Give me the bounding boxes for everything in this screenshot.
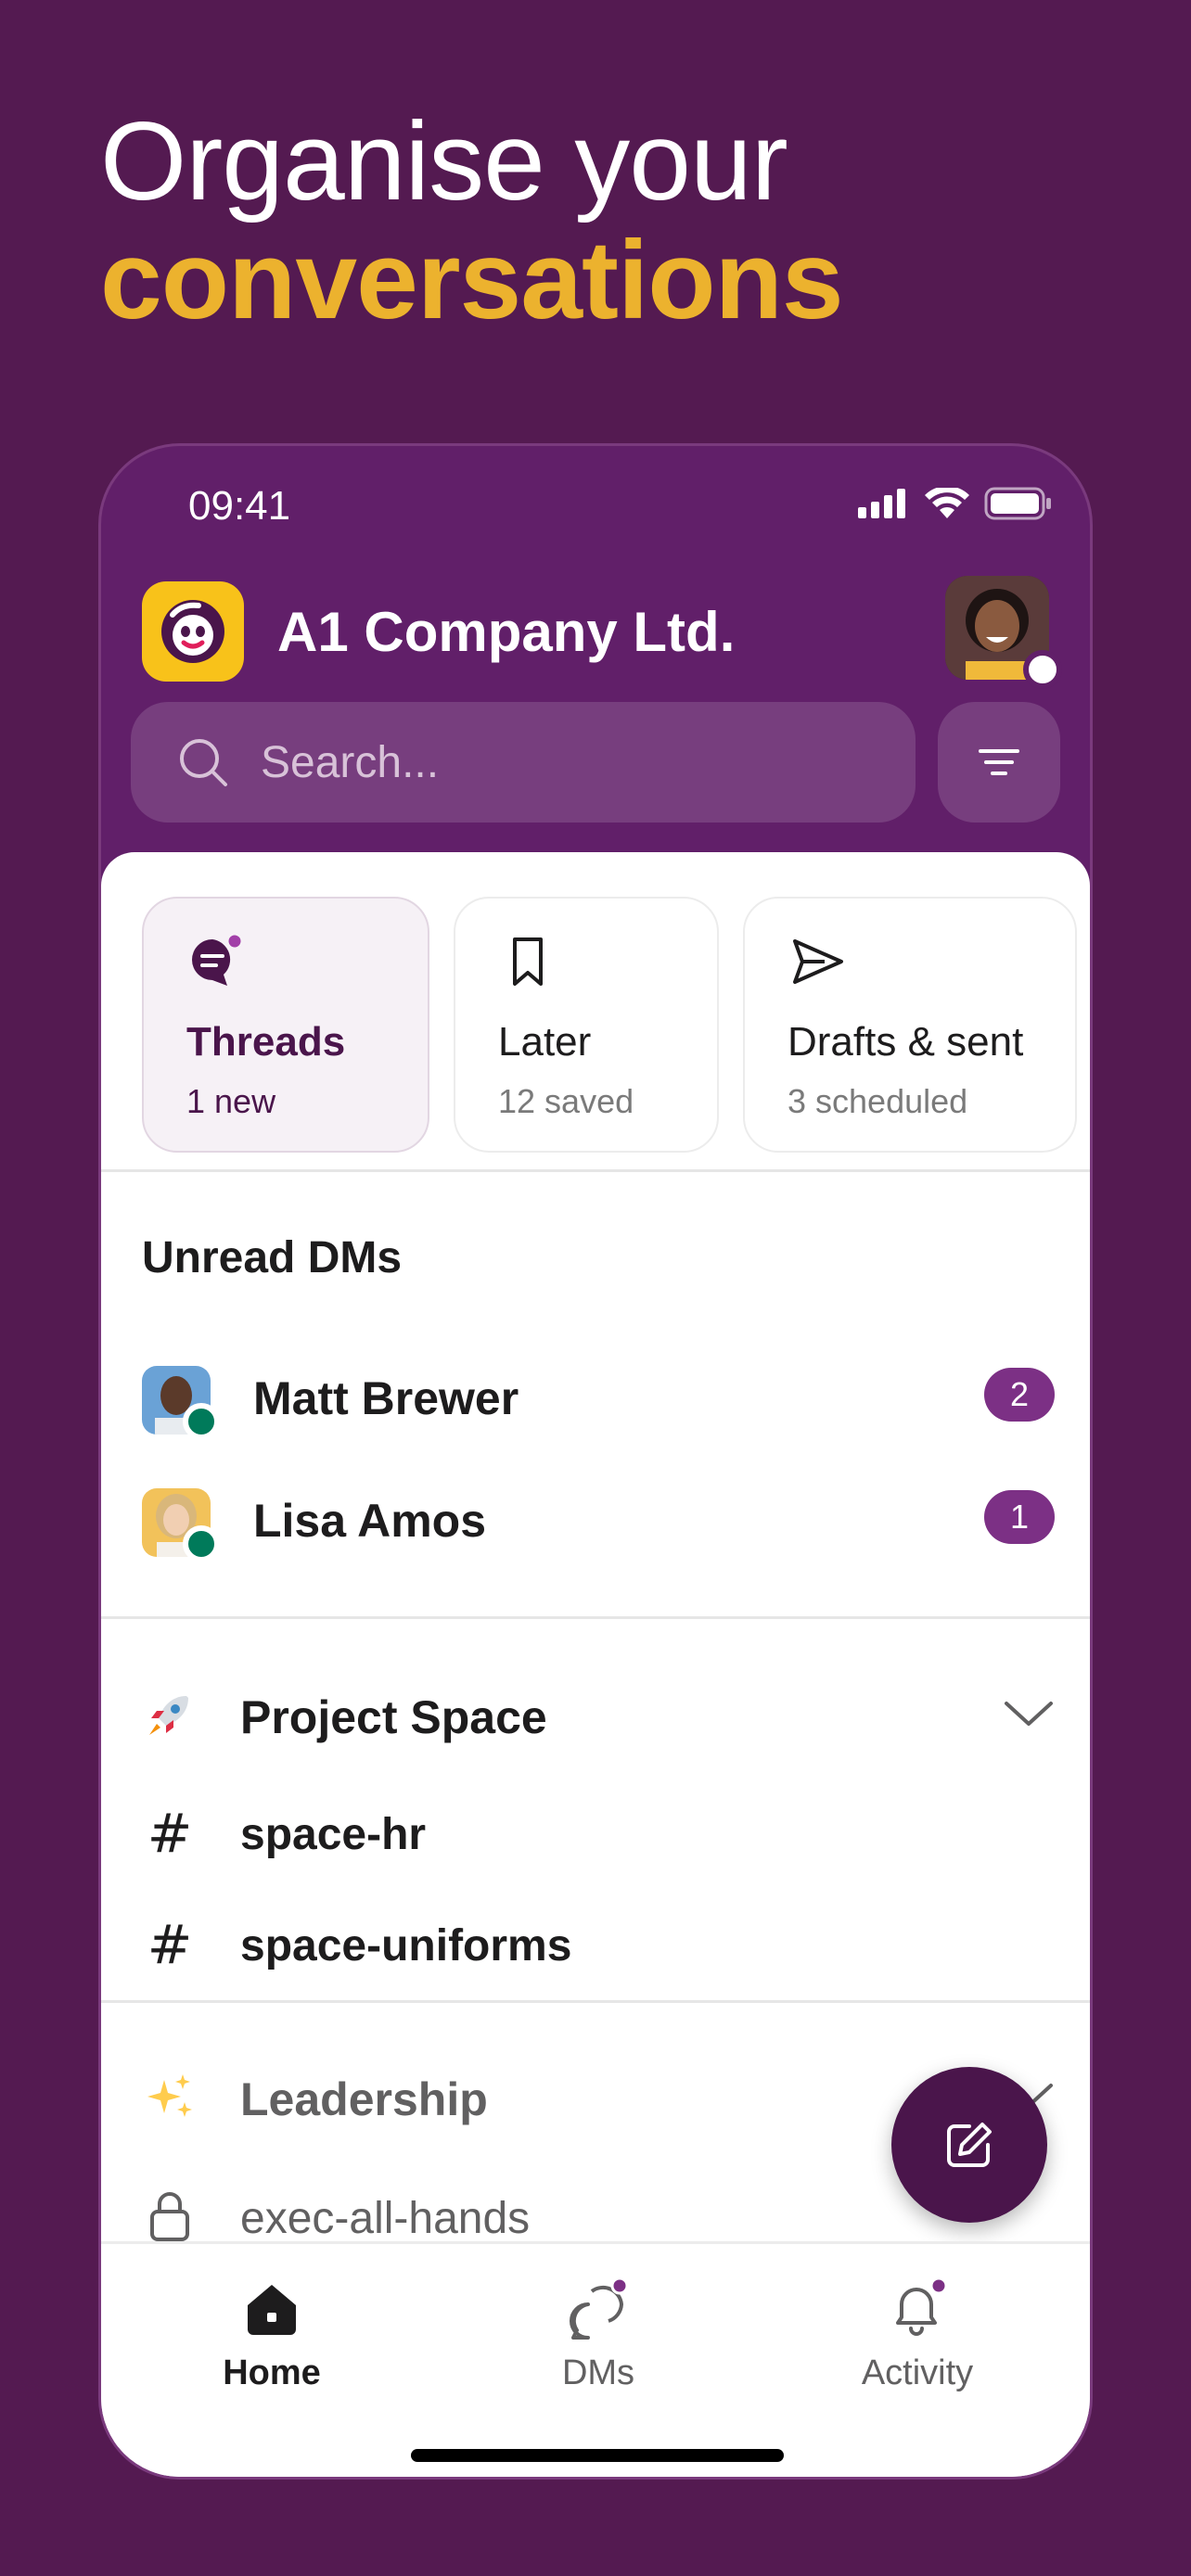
dm-name: Matt Brewer xyxy=(253,1372,519,1424)
section-label: Leadership xyxy=(240,2073,488,2125)
dms-icon xyxy=(478,2272,719,2346)
bell-icon xyxy=(797,2272,1038,2346)
channel-space-uniforms[interactable]: # space-uniforms xyxy=(142,1911,1055,1995)
threads-card[interactable]: Threads 1 new xyxy=(142,897,429,1153)
wifi-icon xyxy=(925,488,969,518)
dm-row-matt-brewer[interactable]: Matt Brewer 2 xyxy=(142,1360,1055,1453)
channel-label: space-uniforms xyxy=(240,1921,572,1970)
unread-badge: 1 xyxy=(984,1490,1055,1544)
online-status-icon xyxy=(183,1525,220,1562)
tab-dms[interactable]: DMs xyxy=(478,2272,719,2393)
search-input[interactable]: Search... xyxy=(261,737,439,788)
hash-icon: # xyxy=(147,1802,193,1865)
status-bar: 09:41 xyxy=(101,446,1090,567)
channel-label: space-hr xyxy=(240,1810,427,1859)
later-card[interactable]: Later 12 saved xyxy=(454,897,719,1153)
threads-card-subtitle: 1 new xyxy=(186,1082,276,1120)
lock-icon xyxy=(142,2187,198,2247)
later-card-title: Later xyxy=(498,1019,592,1065)
divider xyxy=(101,1616,1090,1619)
filter-icon xyxy=(979,749,1019,775)
dm-row-lisa-amos[interactable]: Lisa Amos 1 xyxy=(142,1483,1055,1575)
user-status-dot xyxy=(1023,650,1062,689)
tab-home[interactable]: Home xyxy=(151,2272,392,2393)
sparkles-icon xyxy=(142,2071,198,2126)
search-icon xyxy=(180,739,227,786)
search-bar[interactable]: Search... xyxy=(131,702,916,823)
compose-button[interactable] xyxy=(891,2067,1047,2223)
headline-line-1: Organise your xyxy=(100,99,788,223)
threads-icon xyxy=(192,932,244,986)
quick-cards: Threads 1 new Later 12 saved Drafts & se… xyxy=(142,897,1077,1153)
drafts-card-title: Drafts & sent xyxy=(788,1019,1024,1065)
home-content: Threads 1 new Later 12 saved Drafts & se… xyxy=(101,852,1090,2477)
workspace-name[interactable]: A1 Company Ltd. xyxy=(277,600,735,664)
home-icon xyxy=(151,2272,392,2346)
unread-badge: 2 xyxy=(984,1368,1055,1422)
unread-dms-title: Unread DMs xyxy=(142,1233,403,1282)
drafts-card-subtitle: 3 scheduled xyxy=(788,1082,968,1120)
phone-frame: 09:41 A1 Company Ltd. Search... Threads … xyxy=(98,443,1093,2480)
headline-line-2: conversations xyxy=(100,218,844,342)
tab-label: DMs xyxy=(561,2353,635,2392)
section-label: Project Space xyxy=(240,1691,547,1743)
drafts-card[interactable]: Drafts & sent 3 scheduled xyxy=(743,897,1077,1153)
later-card-subtitle: 12 saved xyxy=(498,1082,634,1120)
divider xyxy=(101,1169,1090,1172)
app-bar: A1 Company Ltd. xyxy=(101,576,1090,689)
section-project-space[interactable]: Project Space xyxy=(142,1683,1055,1766)
channel-label: exec-all-hands xyxy=(240,2194,531,2243)
compose-icon xyxy=(947,2123,992,2167)
dm-name: Lisa Amos xyxy=(253,1495,487,1547)
tab-label: Activity xyxy=(861,2353,974,2392)
headline: Organise your conversations xyxy=(100,99,844,342)
online-status-icon xyxy=(183,1403,220,1440)
status-icons xyxy=(858,487,1053,520)
status-time: 09:41 xyxy=(188,483,291,529)
hash-icon: # xyxy=(147,1913,193,1976)
battery-icon xyxy=(984,487,1051,520)
send-icon xyxy=(793,939,843,984)
bookmark-icon xyxy=(513,937,543,986)
tab-label: Home xyxy=(223,2353,321,2392)
home-indicator xyxy=(411,2449,784,2462)
channel-space-hr[interactable]: # space-hr xyxy=(142,1800,1055,1883)
chevron-down-icon[interactable] xyxy=(1003,1698,1055,1729)
signal-icon xyxy=(858,489,905,518)
workspace-logo-icon[interactable] xyxy=(142,581,244,682)
rocket-icon xyxy=(142,1689,198,1744)
tab-activity[interactable]: Activity xyxy=(797,2272,1038,2393)
tab-bar: Home DMs Activity xyxy=(101,2241,1090,2477)
threads-card-title: Threads xyxy=(186,1019,346,1065)
divider xyxy=(101,2000,1090,2003)
filter-button[interactable] xyxy=(938,702,1060,823)
